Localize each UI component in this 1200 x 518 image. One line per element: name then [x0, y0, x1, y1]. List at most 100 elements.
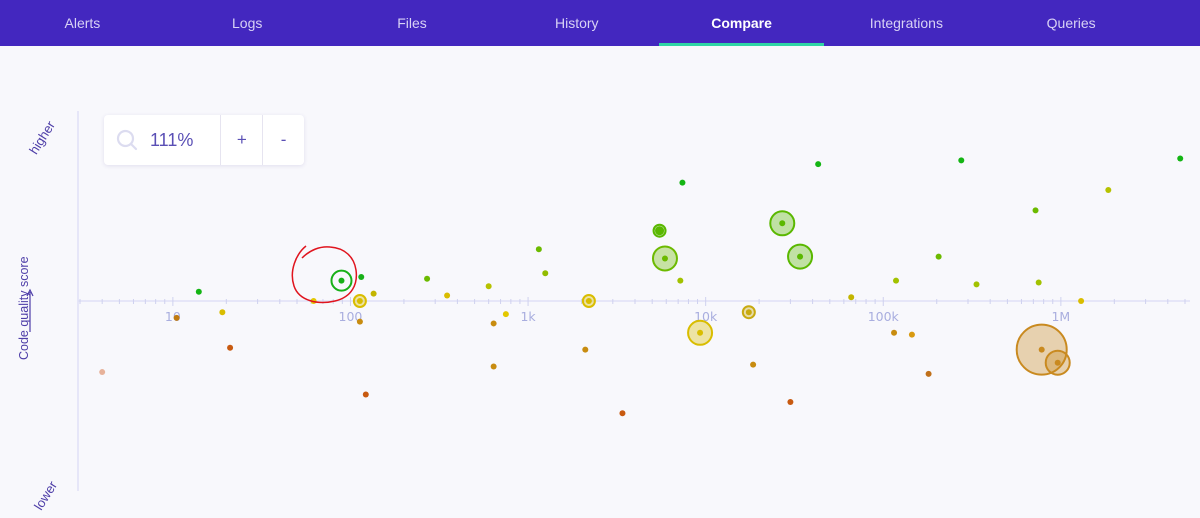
data-point[interactable] — [958, 157, 965, 164]
axes — [77, 111, 1190, 491]
data-point[interactable] — [370, 290, 377, 297]
data-point[interactable] — [679, 179, 686, 186]
data-point-dot — [535, 246, 542, 253]
data-point[interactable] — [356, 318, 363, 325]
data-point[interactable] — [787, 398, 794, 405]
data-point[interactable] — [1035, 279, 1042, 286]
data-point[interactable] — [535, 246, 542, 253]
data-point[interactable] — [687, 319, 714, 346]
zoom-out-button[interactable]: - — [263, 115, 304, 165]
data-point[interactable] — [1078, 298, 1085, 304]
data-point-dot — [908, 331, 915, 338]
data-point[interactable] — [358, 273, 365, 280]
tab-logs[interactable]: Logs — [165, 0, 330, 46]
data-point-dot — [893, 277, 900, 284]
data-point[interactable] — [750, 361, 757, 368]
tab-history[interactable]: History — [494, 0, 659, 46]
data-point-dot — [797, 253, 804, 260]
data-point[interactable] — [619, 410, 626, 417]
data-point[interactable] — [891, 329, 898, 336]
data-point-dot — [227, 344, 234, 351]
data-point-dot — [1105, 187, 1112, 193]
data-point-dot — [677, 277, 684, 284]
data-point[interactable] — [99, 369, 106, 376]
data-point[interactable] — [173, 314, 180, 321]
data-point-dot — [891, 329, 898, 336]
data-point[interactable] — [769, 210, 796, 237]
data-point-dot — [661, 255, 668, 262]
tab-label: Compare — [711, 15, 772, 31]
data-point-dot — [1035, 279, 1042, 286]
data-point-dot — [356, 318, 363, 325]
data-point[interactable] — [652, 223, 667, 238]
data-point-dot — [958, 157, 965, 164]
data-point-dot — [490, 320, 497, 327]
tab-label: History — [555, 15, 599, 31]
data-point[interactable] — [741, 305, 756, 320]
data-point[interactable] — [195, 288, 202, 295]
data-point-dot — [787, 398, 794, 405]
data-point-dot — [1038, 346, 1045, 353]
data-point-dot — [370, 290, 377, 297]
data-point[interactable] — [227, 344, 234, 351]
data-point[interactable] — [848, 294, 855, 301]
data-point[interactable] — [1044, 349, 1071, 376]
data-point-dot — [1054, 359, 1061, 366]
tab-label: Queries — [1046, 15, 1096, 31]
data-point[interactable] — [1177, 155, 1184, 162]
data-point[interactable] — [490, 363, 497, 370]
data-point-dot — [502, 311, 509, 318]
data-points[interactable] — [99, 155, 1184, 417]
data-point[interactable] — [1105, 187, 1112, 193]
tab-queries[interactable]: Queries — [989, 0, 1154, 46]
tab-label: Logs — [232, 15, 263, 31]
data-point[interactable] — [935, 253, 942, 260]
tab-integrations[interactable]: Integrations — [824, 0, 989, 46]
data-point[interactable] — [815, 161, 822, 168]
data-point-dot — [925, 370, 932, 377]
tab-alerts[interactable]: Alerts — [0, 0, 165, 46]
data-point[interactable] — [787, 243, 814, 270]
data-point[interactable] — [352, 294, 367, 308]
data-point[interactable] — [219, 309, 226, 316]
data-point-dot — [745, 309, 752, 316]
data-point[interactable] — [893, 277, 900, 284]
data-point[interactable] — [925, 370, 932, 377]
data-point-dot — [848, 294, 855, 301]
data-point[interactable] — [362, 391, 369, 398]
data-point[interactable] — [490, 320, 497, 327]
data-point-dot — [1177, 155, 1184, 162]
data-point[interactable] — [582, 346, 589, 353]
zoom-level: 111% — [150, 129, 194, 150]
data-point-dot — [338, 277, 345, 284]
tab-label: Alerts — [64, 15, 101, 31]
data-point[interactable] — [581, 294, 596, 308]
data-point-dot — [424, 275, 431, 282]
data-point-dot — [935, 253, 942, 260]
zoom-in-button[interactable]: + — [221, 115, 264, 165]
data-point-dot — [485, 283, 492, 290]
data-point[interactable] — [330, 269, 353, 292]
data-point[interactable] — [677, 277, 684, 284]
zoom-display[interactable]: 111% — [104, 115, 222, 165]
data-point[interactable] — [485, 283, 492, 290]
data-point-dot — [173, 314, 180, 321]
data-point[interactable] — [502, 311, 509, 318]
data-point-dot — [973, 281, 980, 288]
tab-compare[interactable]: Compare — [659, 0, 824, 46]
data-point[interactable] — [908, 331, 915, 338]
data-point-dot — [219, 309, 226, 316]
data-point-dot — [358, 273, 365, 280]
search-icon — [116, 129, 138, 151]
data-point[interactable] — [651, 245, 678, 272]
zoom-control: 111% + - — [104, 115, 304, 165]
data-point[interactable] — [424, 275, 431, 282]
x-tick-label: 1k — [520, 309, 536, 324]
data-point-dot — [356, 298, 363, 304]
data-point[interactable] — [1032, 207, 1039, 214]
tab-files[interactable]: Files — [330, 0, 495, 46]
data-point[interactable] — [542, 270, 549, 277]
data-point[interactable] — [444, 292, 451, 299]
data-point-dot — [195, 288, 202, 295]
data-point[interactable] — [973, 281, 980, 288]
